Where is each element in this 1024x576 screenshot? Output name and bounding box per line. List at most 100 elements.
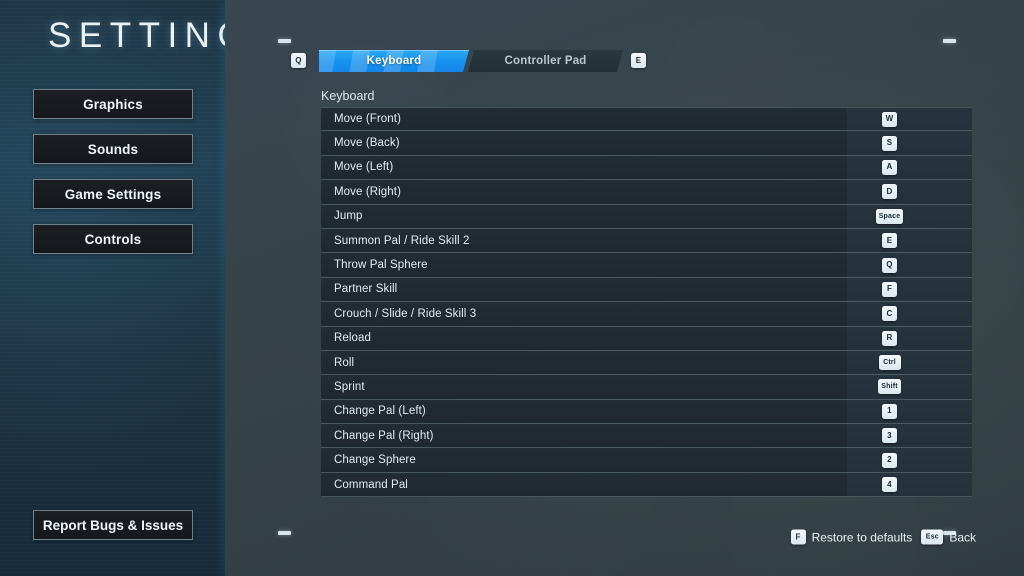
keybinding-key-cell[interactable]: 4 [847,472,972,497]
keybinding-action-cell: Move (Front) [321,108,847,131]
report-bugs-button[interactable]: Report Bugs & Issues [33,510,193,540]
keybinding-action-label: Command Pal [334,478,408,491]
footer-hint-keycap: Esc [921,529,944,545]
sidebar-item-label: Controls [84,231,142,247]
keybinding-action-cell: Partner Skill [321,277,847,302]
keybinding-key-cell[interactable]: 1 [847,399,972,424]
keybinding-action-label: Change Pal (Right) [334,429,434,442]
keybinding-key-cell[interactable]: Ctrl [847,350,972,375]
keybinding-row[interactable]: Reload R [321,326,972,351]
tab-keyboard-label: Keyboard [366,55,422,67]
keybinding-action-label: Roll [334,356,355,369]
keybinding-row[interactable]: Move (Left) A [321,155,972,181]
keybinding-action-cell: Change Sphere [321,448,847,472]
sidebar-item-graphics[interactable]: Graphics [33,89,193,119]
keybinding-row[interactable]: Command Pal 4 [321,472,972,498]
keybinding-action-label: Reload [334,332,372,345]
keybinding-key-cell[interactable]: Shift [847,375,972,399]
keybinding-key-cell[interactable]: D [847,180,972,204]
footer-hint-keycap: F [790,529,806,545]
keybinding-action-cell: Reload [321,326,847,350]
keybinding-action-cell: Change Pal (Right) [321,424,847,448]
keybinding-row[interactable]: Jump Space [321,204,972,229]
keycap-badge: 3 [882,428,897,444]
footer-hint[interactable]: F Restore to defaults [790,529,913,545]
keycap-badge: Space [875,208,904,224]
keybinding-key-cell[interactable]: A [847,155,972,180]
keybinding-row[interactable]: Sprint Shift [321,375,972,400]
keycap-badge: W [882,111,897,127]
keybinding-key-cell[interactable]: R [847,326,972,350]
sidebar-item-game-settings[interactable]: Game Settings [33,179,193,209]
keybinding-action-label: Throw Pal Sphere [334,259,428,272]
keybinding-action-cell: Summon Pal / Ride Skill 2 [321,228,847,253]
keybinding-row[interactable]: Change Pal (Left) 1 [321,399,972,425]
keybinding-action-cell: Roll [321,350,847,375]
keybinding-row[interactable]: Summon Pal / Ride Skill 2 E [321,228,972,254]
footer-hints: F Restore to defaults Esc Back [790,529,976,545]
keybinding-action-cell: Sprint [321,375,847,399]
keybinding-row[interactable]: Move (Right) D [321,180,972,205]
tab-keyboard[interactable]: Keyboard [319,50,469,72]
sidebar-item-sounds[interactable]: Sounds [33,134,193,164]
tab-strip: Q Keyboard Controller Pad E [225,50,1024,72]
keybinding-action-cell: Move (Back) [321,131,847,155]
keybinding-action-cell: Command Pal [321,472,847,497]
keybinding-action-label: Move (Right) [334,185,402,198]
keybinding-list: Move (Front) W Move (Back) S Move (Left) A Mov… [321,107,972,498]
keybinding-action-cell: Move (Left) [321,155,847,180]
keybinding-action-label: Move (Left) [334,161,394,174]
keybinding-key-cell[interactable]: S [847,131,972,155]
keycap-badge: Ctrl [878,355,901,371]
corner-marker-top-right [943,39,956,43]
footer-hint[interactable]: Esc Back [921,529,976,545]
keybinding-action-label: Jump [334,210,363,223]
sidebar-vignette [0,0,225,576]
keybinding-action-cell: Jump [321,204,847,228]
keybinding-action-cell: Throw Pal Sphere [321,253,847,277]
corner-marker-top-left [278,39,291,43]
keybinding-key-cell[interactable]: 3 [847,424,972,448]
keybinding-row[interactable]: Move (Back) S [321,131,972,156]
keycap-badge: D [882,184,897,200]
keybinding-key-cell[interactable]: Space [847,204,972,228]
footer-hint-label: Restore to defaults [811,530,913,544]
keycap-badge: R [882,330,897,346]
keybinding-row[interactable]: Partner Skill F [321,277,972,303]
keybinding-key-cell[interactable]: 2 [847,448,972,472]
keybinding-row[interactable]: Throw Pal Sphere Q [321,253,972,278]
tab-controller-pad[interactable]: Controller Pad [468,50,623,72]
keybinding-key-cell[interactable]: F [847,277,972,302]
keybinding-action-cell: Change Pal (Left) [321,399,847,424]
keybinding-row[interactable]: Roll Ctrl [321,350,972,376]
keycap-badge: E [882,233,897,249]
keybinding-key-cell[interactable]: Q [847,253,972,277]
keycap-badge: F [882,281,897,297]
keybinding-row[interactable]: Crouch / Slide / Ride Skill 3 C [321,302,972,327]
keycap-badge: 1 [882,403,897,419]
keybinding-key-cell[interactable]: E [847,228,972,253]
keybinding-action-label: Sprint [334,380,365,393]
keybinding-action-label: Crouch / Slide / Ride Skill 3 [334,307,477,320]
prev-tab-key-hint: Q [291,53,306,68]
keybinding-row[interactable]: Change Pal (Right) 3 [321,424,972,449]
next-tab-key-hint: E [631,53,646,68]
keybinding-row[interactable]: Move (Front) W [321,107,972,132]
controls-panel: Q Keyboard Controller Pad E Keyboard Mov… [225,0,1024,576]
sidebar-item-label: Graphics [83,96,143,112]
section-header: Keyboard [321,89,375,103]
keybinding-action-label: Change Sphere [334,454,416,467]
keybinding-action-label: Summon Pal / Ride Skill 2 [334,234,470,247]
keybinding-action-cell: Crouch / Slide / Ride Skill 3 [321,302,847,326]
keybinding-action-label: Move (Back) [334,137,400,150]
keybinding-key-cell[interactable]: W [847,108,972,131]
sidebar-item-label: Game Settings [64,186,162,202]
keybinding-action-cell: Move (Right) [321,180,847,204]
sidebar-item-controls[interactable]: Controls [33,224,193,254]
keybinding-action-label: Move (Front) [334,113,402,126]
page-title: SETTINGS [48,16,225,55]
report-bugs-label: Report Bugs & Issues [42,517,184,533]
keybinding-key-cell[interactable]: C [847,302,972,326]
keycap-badge: 2 [882,452,897,468]
keybinding-row[interactable]: Change Sphere 2 [321,448,972,473]
